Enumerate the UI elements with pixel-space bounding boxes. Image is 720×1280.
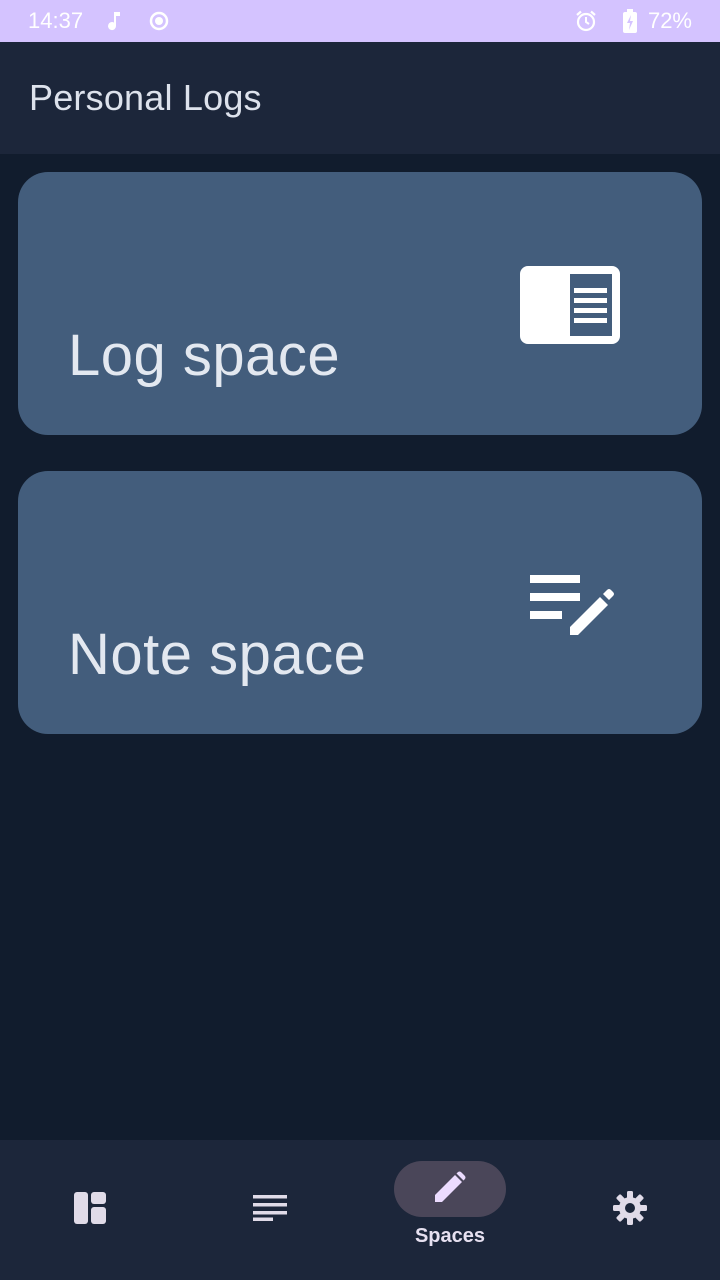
status-left: 14:37 — [28, 8, 171, 34]
bottom-navigation: Spaces — [0, 1140, 720, 1280]
nav-pill-spaces — [394, 1161, 506, 1217]
battery-percent: 72% — [647, 8, 692, 33]
nav-pill-notes — [214, 1182, 326, 1238]
nav-item-dashboard[interactable] — [0, 1140, 180, 1280]
battery-charging-icon — [618, 9, 642, 33]
notes-list-icon — [253, 1194, 287, 1226]
settings-gear-icon — [612, 1190, 648, 1231]
nav-item-notes[interactable] — [180, 1140, 360, 1280]
status-right: 72% — [574, 8, 692, 34]
app-bar: Personal Logs — [0, 42, 720, 154]
dashboard-icon — [73, 1191, 107, 1230]
nav-pill-settings — [574, 1182, 686, 1238]
alarm-icon — [574, 9, 598, 33]
log-space-card[interactable]: Log space — [18, 172, 702, 435]
pencil-icon — [433, 1170, 467, 1209]
nav-item-spaces[interactable]: Spaces — [360, 1140, 540, 1280]
note-space-card[interactable]: Note space — [18, 471, 702, 734]
music-note-icon — [103, 9, 127, 33]
edit-note-icon — [524, 569, 614, 650]
log-book-icon — [520, 266, 620, 349]
nav-item-settings[interactable] — [540, 1140, 720, 1280]
status-time: 14:37 — [28, 8, 84, 33]
record-icon — [147, 9, 171, 33]
nav-label-spaces: Spaces — [414, 1225, 486, 1247]
page-title: Personal Logs — [29, 77, 262, 118]
note-space-label: Note space — [68, 622, 367, 687]
battery-group: 72% — [618, 8, 692, 34]
screen: 14:37 72% Personal Logs Log space Note s… — [0, 0, 720, 1280]
status-bar: 14:37 72% — [0, 0, 720, 42]
nav-pill-dashboard — [34, 1182, 146, 1238]
log-space-label: Log space — [68, 323, 341, 388]
